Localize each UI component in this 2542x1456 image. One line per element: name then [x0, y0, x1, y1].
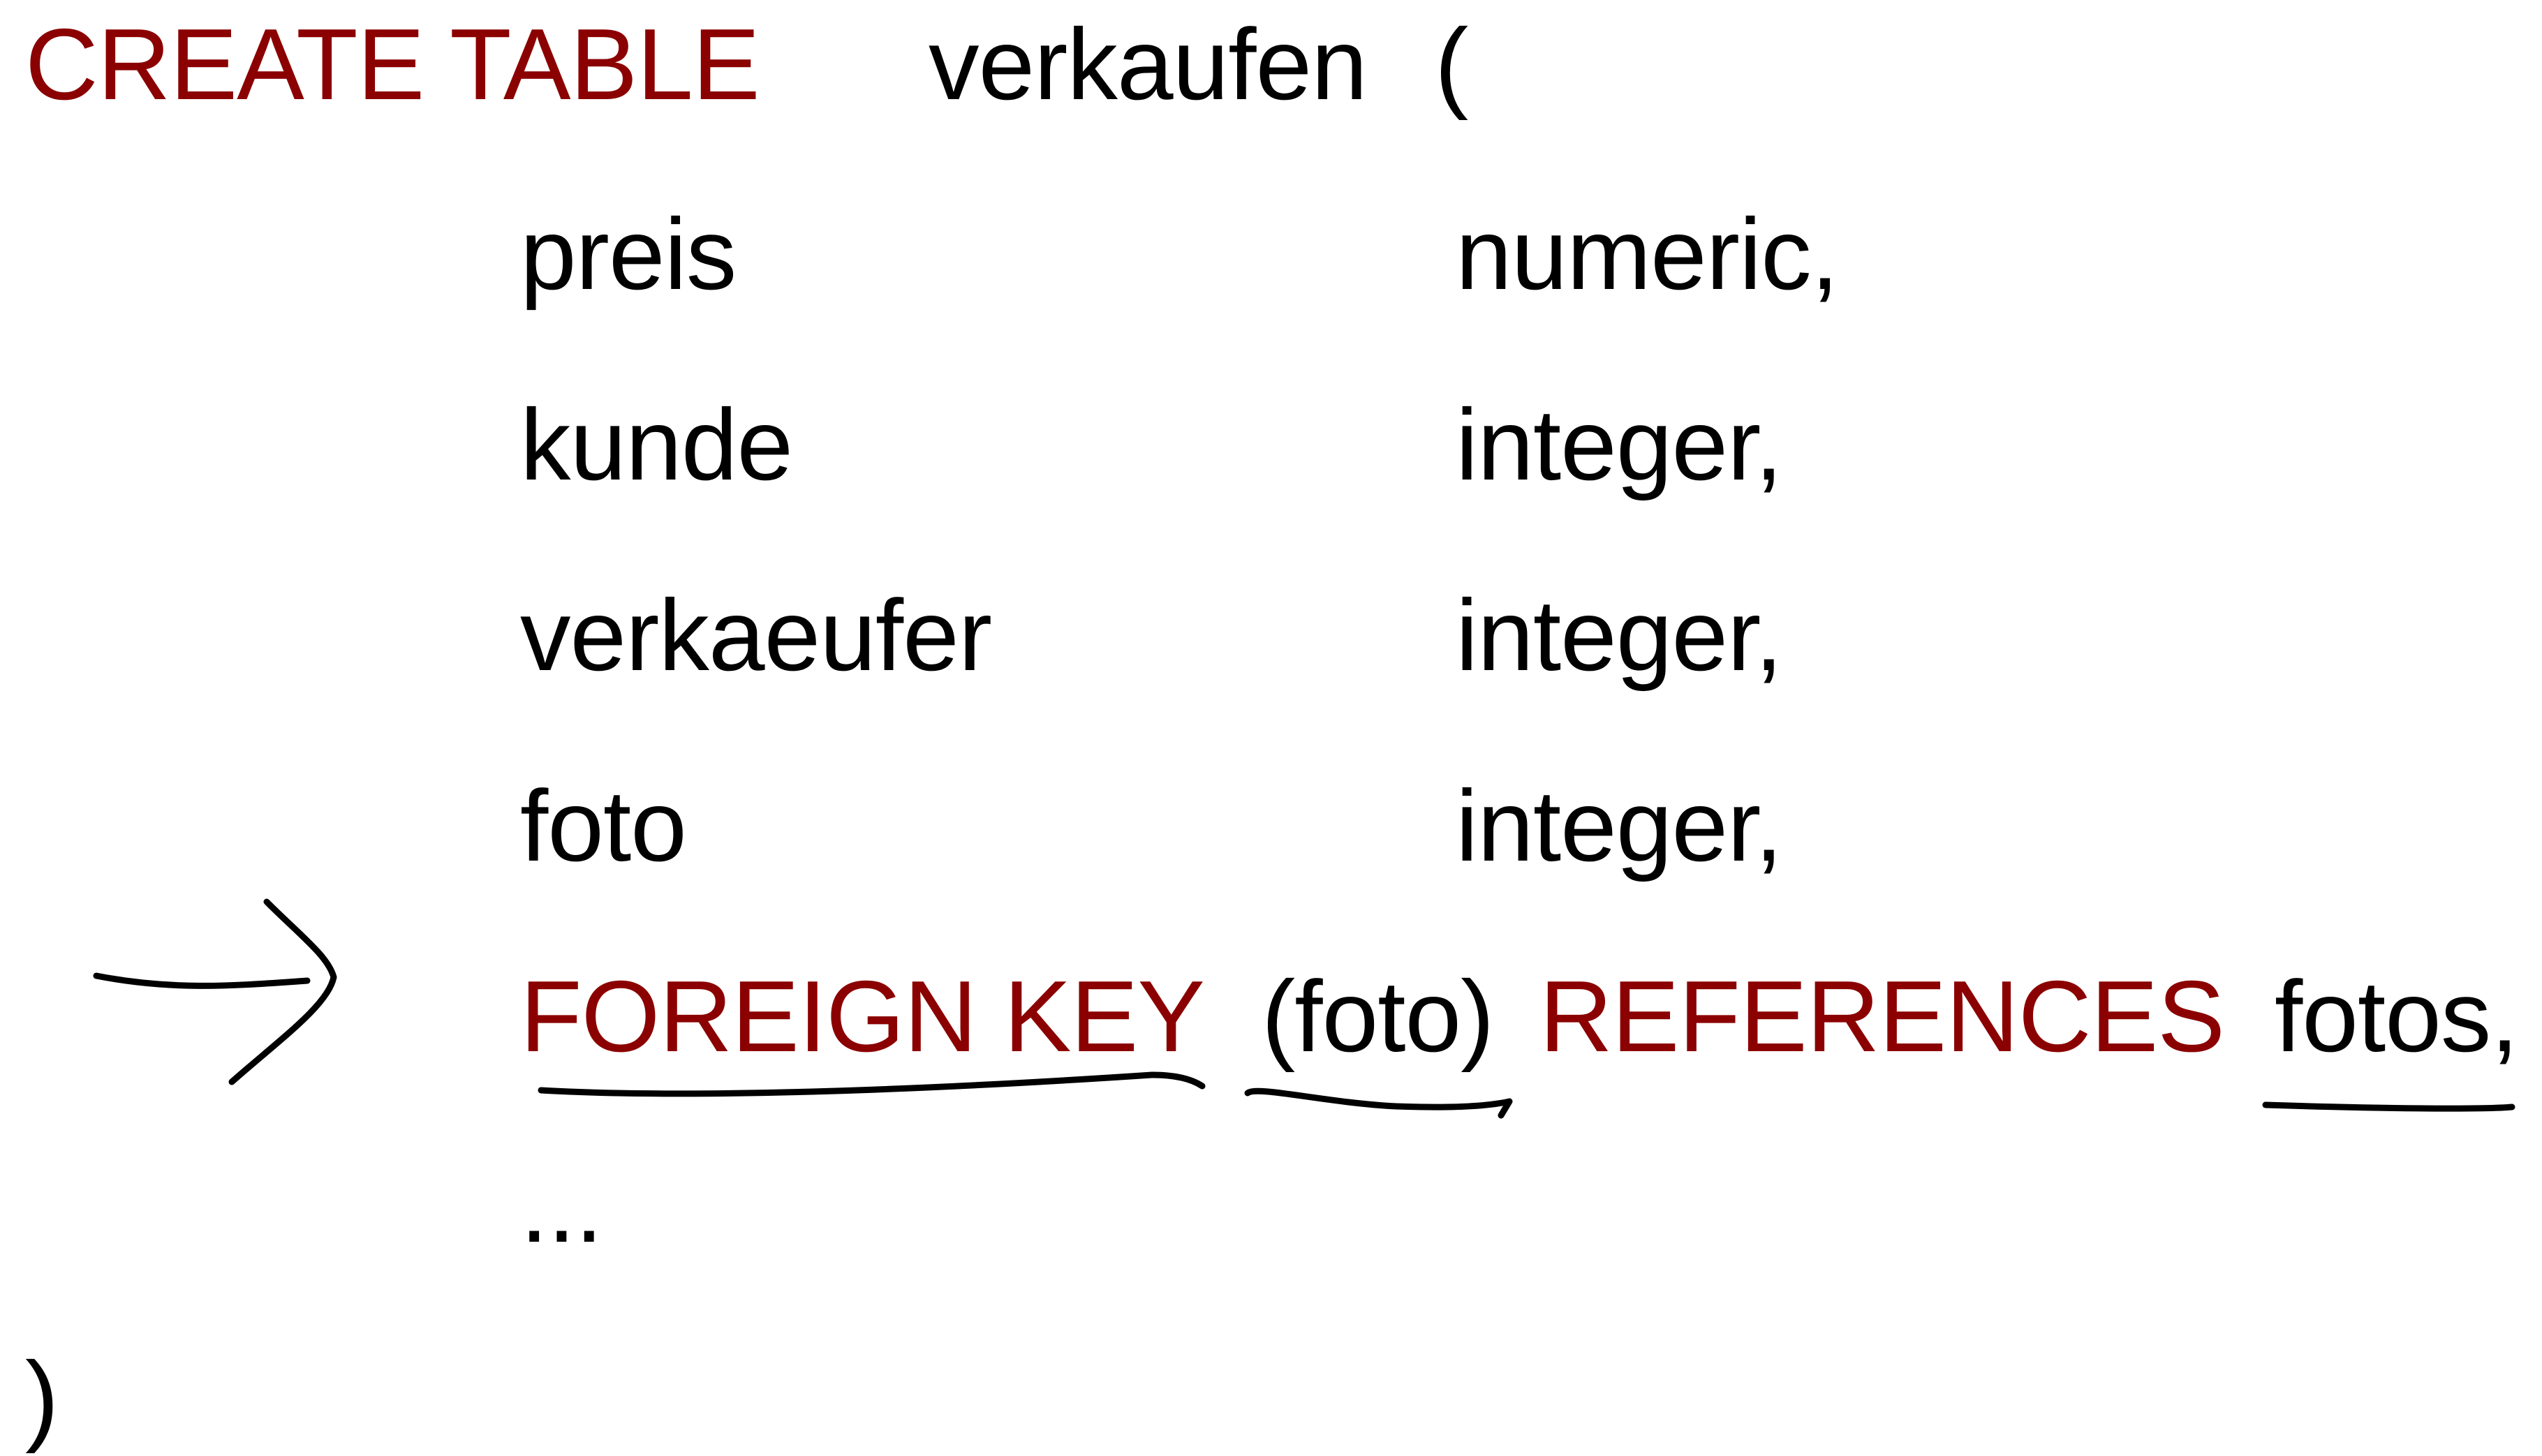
handwritten-annotations — [93, 898, 2515, 1119]
column-type-foto: integer, — [1456, 769, 1783, 882]
hand-drawn-arrow-icon — [93, 898, 337, 1085]
sql-slide: CREATE TABLE verkaufen ( preis numeric, … — [0, 0, 2542, 1456]
foreign-key-keyword: FOREIGN KEY — [520, 960, 1205, 1073]
column-name-kunde: kunde — [520, 388, 793, 501]
ellipsis: ... — [520, 1150, 603, 1263]
column-type-verkaeufer: integer, — [1456, 579, 1783, 692]
referenced-table: fotos, — [2275, 960, 2519, 1073]
open-paren: ( — [1435, 8, 1468, 121]
table-name: verkaufen — [929, 8, 1368, 121]
underline-referenced-table — [2262, 1101, 2515, 1112]
column-type-kunde: integer, — [1456, 388, 1783, 501]
foreign-key-column: (foto) — [1262, 960, 1494, 1073]
close-paren: ) — [25, 1341, 59, 1454]
column-name-foto: foto — [520, 769, 687, 882]
underline-foto-column — [1244, 1087, 1513, 1119]
create-table-keyword: CREATE TABLE — [25, 8, 760, 121]
references-keyword: REFERENCES — [1539, 960, 2225, 1073]
column-name-verkaeufer: verkaeufer — [520, 579, 992, 692]
column-type-preis: numeric, — [1456, 198, 1839, 311]
column-name-preis: preis — [520, 198, 737, 311]
underline-foreign-key — [538, 1071, 1206, 1097]
